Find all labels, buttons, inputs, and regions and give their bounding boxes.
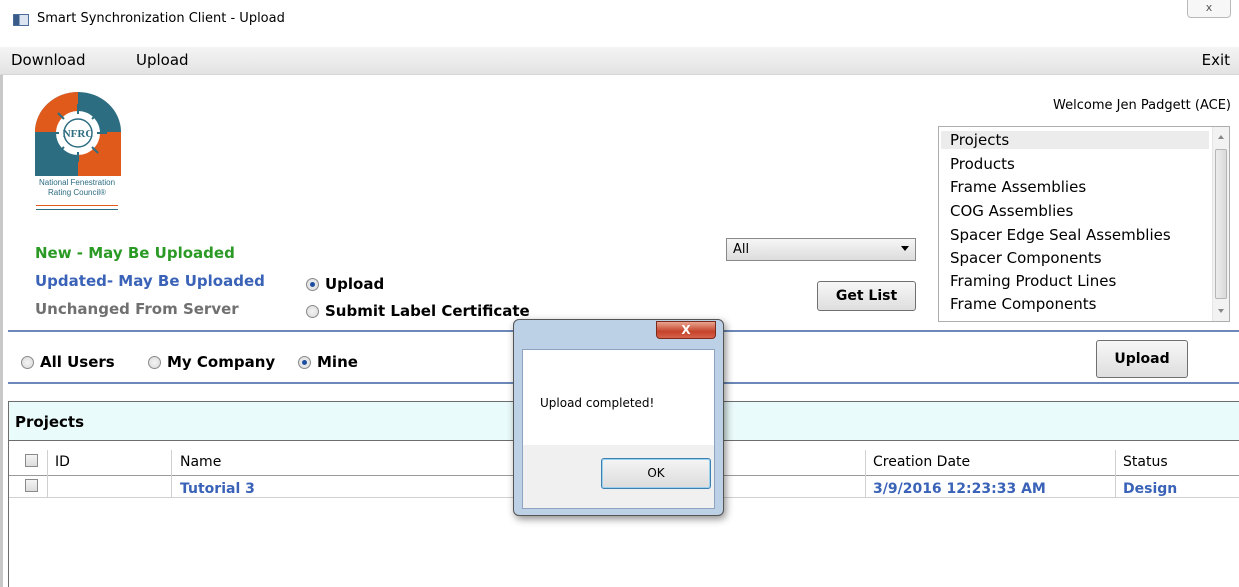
menu-exit[interactable]: Exit bbox=[1202, 51, 1230, 69]
window-title: Smart Synchronization Client - Upload bbox=[37, 11, 285, 26]
logo-caption: National Fenestration Rating Council® bbox=[33, 178, 121, 198]
radio-upload[interactable]: Upload bbox=[306, 275, 384, 293]
projects-title: Projects bbox=[15, 413, 85, 431]
row-name[interactable]: Tutorial 3 bbox=[180, 481, 255, 497]
dialog-ok-button[interactable]: OK bbox=[601, 458, 711, 489]
welcome-text: Welcome Jen Padgett (ACE) bbox=[1053, 98, 1231, 113]
legend-new: New - May Be Uploaded bbox=[35, 244, 235, 262]
radio-my-company-indicator[interactable] bbox=[148, 355, 161, 369]
entity-listbox[interactable]: Projects Products Frame Assemblies COG A… bbox=[938, 126, 1230, 322]
radio-submit-indicator[interactable] bbox=[306, 304, 319, 318]
legend-unchanged: Unchanged From Server bbox=[35, 300, 239, 318]
radio-my-company[interactable]: My Company bbox=[148, 353, 275, 371]
column-header-id[interactable]: ID bbox=[55, 454, 70, 470]
column-divider bbox=[1115, 450, 1116, 497]
radio-mine-indicator[interactable] bbox=[298, 355, 311, 369]
dialog-close-button[interactable]: X bbox=[656, 321, 716, 339]
nfrc-logo: NFRC National Fenestration Rating Counci… bbox=[33, 92, 123, 222]
column-header-name[interactable]: Name bbox=[180, 454, 221, 470]
window-close-button[interactable]: ⅹ bbox=[1187, 0, 1231, 18]
list-item-frame-assemblies[interactable]: Frame Assemblies bbox=[950, 178, 1210, 196]
legend-updated: Updated- May Be Uploaded bbox=[35, 272, 265, 290]
column-divider bbox=[171, 450, 172, 497]
upload-button[interactable]: Upload bbox=[1096, 340, 1188, 378]
dialog-body: Upload completed! OK bbox=[522, 349, 715, 509]
scroll-down-icon[interactable] bbox=[1218, 309, 1224, 313]
list-item-spacer-components[interactable]: Spacer Components bbox=[950, 249, 1210, 267]
upload-complete-dialog: X Upload completed! OK bbox=[513, 319, 724, 516]
scroll-up-icon[interactable] bbox=[1218, 135, 1224, 139]
list-item-products[interactable]: Products bbox=[950, 155, 1210, 173]
radio-all-users[interactable]: All Users bbox=[21, 353, 115, 371]
chevron-down-icon[interactable] bbox=[901, 246, 909, 251]
dialog-message: Upload completed! bbox=[540, 396, 655, 410]
list-item-frame-components[interactable]: Frame Components bbox=[950, 295, 1210, 313]
menu-upload[interactable]: Upload bbox=[136, 51, 189, 69]
select-all-checkbox[interactable] bbox=[25, 454, 38, 467]
window-left-border bbox=[0, 75, 3, 587]
logo-caption-line-1: National Fenestration bbox=[38, 178, 116, 187]
scrollbar-thumb[interactable] bbox=[1215, 149, 1227, 299]
radio-all-users-label: All Users bbox=[40, 353, 115, 371]
listbox-scrollbar[interactable] bbox=[1212, 127, 1229, 321]
app-icon bbox=[13, 14, 29, 26]
radio-all-users-indicator[interactable] bbox=[21, 355, 34, 369]
nfrc-logo-mark: NFRC bbox=[35, 92, 121, 176]
column-divider bbox=[47, 450, 48, 497]
title-bar: Smart Synchronization Client - Upload ⅹ bbox=[0, 0, 1239, 38]
type-filter-dropdown[interactable]: All bbox=[726, 238, 916, 261]
menu-bar: Download Upload Exit bbox=[0, 47, 1239, 75]
radio-mine-label: Mine bbox=[317, 353, 358, 371]
list-item-framing-product-lines[interactable]: Framing Product Lines bbox=[950, 272, 1210, 290]
dropdown-value: All bbox=[733, 242, 750, 257]
row-creation-date: 3/9/2016 12:23:33 AM bbox=[873, 481, 1046, 497]
logo-caption-line-2: Rating Council® bbox=[48, 188, 106, 197]
radio-my-company-label: My Company bbox=[167, 353, 276, 371]
list-item-projects[interactable]: Projects bbox=[941, 131, 1209, 149]
get-list-button[interactable]: Get List bbox=[817, 281, 916, 311]
column-header-creation-date[interactable]: Creation Date bbox=[873, 454, 970, 470]
list-item-cog-assemblies[interactable]: COG Assemblies bbox=[950, 202, 1210, 220]
menu-download[interactable]: Download bbox=[11, 51, 86, 69]
radio-mine[interactable]: Mine bbox=[298, 353, 358, 371]
logo-underline bbox=[36, 205, 118, 210]
column-header-status[interactable]: Status bbox=[1123, 454, 1168, 470]
row-checkbox[interactable] bbox=[25, 479, 38, 492]
row-status: Design bbox=[1123, 481, 1178, 497]
radio-submit-label-certificate[interactable]: Submit Label Certificate bbox=[306, 302, 530, 320]
column-divider bbox=[865, 450, 866, 497]
radio-upload-indicator[interactable] bbox=[306, 277, 319, 291]
app-window: Smart Synchronization Client - Upload ⅹ … bbox=[0, 0, 1239, 587]
radio-submit-label: Submit Label Certificate bbox=[325, 302, 530, 320]
logo-mark-text: NFRC bbox=[63, 128, 94, 140]
radio-upload-label: Upload bbox=[325, 275, 385, 293]
list-item-spacer-edge-seal-assemblies[interactable]: Spacer Edge Seal Assemblies bbox=[950, 226, 1210, 244]
